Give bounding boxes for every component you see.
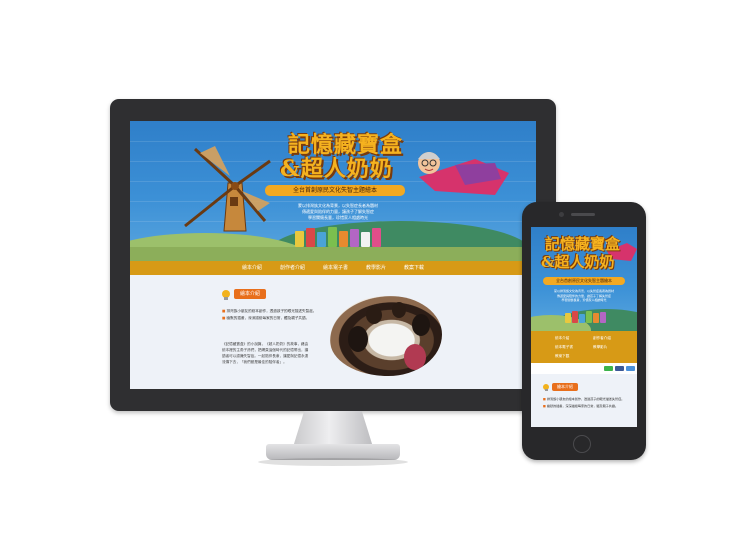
desktop-screen: 記憶藏寶盒 &超人奶奶 全台首創原民文化失智主題繪本 蒙以排灣族文化為背景，以失…	[130, 121, 536, 389]
mobile-title-line-2: &超人奶奶	[541, 253, 615, 271]
bulb-icon	[222, 290, 230, 300]
desc-line: 學習關懷長輩，珍惜家人相處時光	[561, 298, 607, 302]
title-line-2: &超人奶奶	[280, 156, 393, 182]
house	[306, 228, 315, 247]
home-button-icon[interactable]	[573, 435, 591, 453]
mobile-nav-ebook[interactable]: 繪本電子書	[555, 345, 573, 350]
share-buttons	[604, 366, 635, 371]
bullet-item: ■ 幽默的插畫，深深描繪每家的日常，觸及親子共讀。	[222, 316, 310, 320]
nav-item-videos[interactable]: 教學影片	[360, 261, 392, 275]
house	[600, 312, 606, 323]
facebook-share-icon[interactable]	[615, 366, 624, 371]
share-icon[interactable]	[626, 366, 635, 371]
mobile-nav-book-intro[interactable]: 繪本介紹	[555, 336, 569, 341]
line-share-icon[interactable]	[604, 366, 613, 371]
house	[372, 228, 381, 247]
house	[572, 311, 578, 323]
intro-paragraph: 《記憶藏寶盒》的小說篇，《超人奶奶》的故事，藉由繪本裡的主角子孫們，把網頁這個時…	[222, 342, 309, 364]
monitor-stand	[293, 411, 373, 447]
desktop-content: 繪本介紹 ■ 排灣族小朋友的繪本創作，透過孩子的眼光描述失智症。 ■ 幽默的插畫…	[130, 275, 536, 389]
speaker-icon	[571, 213, 595, 216]
mobile-section-heading: 繪本介紹	[543, 383, 578, 391]
desktop-subtitle: 全台首創原民文化失智主題繪本	[265, 185, 405, 196]
mobile-bullet-item: ■ 排灣族小朋友的繪本創作，透過孩子的眼光描述失智症。	[543, 397, 625, 401]
nav-item-book-intro[interactable]: 繪本介紹	[236, 261, 268, 275]
house	[317, 232, 326, 247]
camera-icon	[559, 212, 564, 217]
desktop-hero-banner: 記憶藏寶盒 &超人奶奶 全台首創原民文化失智主題繪本 蒙以排灣族文化為背景，以失…	[130, 121, 536, 261]
mobile-nav-bar: 繪本介紹 創作者介紹 繪本電子書 教學影片 教案下載	[531, 331, 637, 363]
mobile-hero-banner: 記憶藏寶盒 &超人奶奶 全台首創原民文化失智主題繪本 蒙以排灣族文化為背景，以失…	[531, 227, 637, 331]
section-heading-label: 繪本介紹	[234, 289, 267, 299]
desktop-nav-bar: 繪本介紹 創作者介紹 繪本電子書 教學影片 教案下載	[130, 261, 536, 275]
house	[295, 231, 304, 247]
mobile-section-heading-label: 繪本介紹	[552, 383, 578, 391]
desktop-description: 蒙以排灣族文化為背景，以失智症長者為題材 傳遞愛與陪伴的力量，讓孩子了解失智症 …	[263, 203, 413, 221]
children-reading-photo	[330, 296, 442, 376]
nav-item-creators[interactable]: 創作者介紹	[274, 261, 311, 275]
monitor-shadow	[258, 458, 408, 466]
house	[328, 227, 337, 247]
house	[361, 232, 370, 247]
mobile-nav-videos[interactable]: 教學影片	[593, 345, 607, 350]
mobile-content: 繪本介紹 ■ 排灣族小朋友的繪本創作，透過孩子的眼光描述失智症。 ■ 幽默的插畫…	[531, 374, 637, 427]
house	[350, 229, 359, 247]
house	[339, 231, 348, 247]
section-heading: 繪本介紹	[222, 289, 267, 300]
windmill-illustration	[184, 146, 271, 232]
mobile-description: 蒙以排灣族文化為背景，以失智症長者為題材 傳遞愛與陪伴的力量，讓孩子了解失智症 …	[539, 289, 629, 303]
house	[586, 311, 592, 323]
nav-item-ebook[interactable]: 繪本電子書	[317, 261, 354, 275]
bullet-item: ■ 排灣族小朋友的繪本創作，透過孩子的眼光描述失智症。	[222, 309, 317, 313]
desktop-site-title: 記憶藏寶盒 &超人奶奶	[280, 127, 440, 182]
desc-line: 學習關懷長輩，珍惜家人相處時光	[308, 215, 368, 220]
mobile-screen: 記憶藏寶盒 &超人奶奶 全台首創原民文化失智主題繪本 蒙以排灣族文化為背景，以失…	[531, 227, 637, 427]
house	[593, 313, 599, 323]
mobile-subtitle: 全台首創原民文化失智主題繪本	[543, 277, 625, 285]
bulb-icon	[543, 384, 549, 391]
nav-item-lesson-download[interactable]: 教案下載	[398, 261, 430, 275]
desktop-monitor: 記憶藏寶盒 &超人奶奶 全台首創原民文化失智主題繪本 蒙以排灣族文化為背景，以失…	[110, 99, 556, 411]
house	[579, 314, 585, 323]
mobile-nav-lesson-download[interactable]: 教案下載	[555, 354, 569, 359]
mobile-phone: 記憶藏寶盒 &超人奶奶 全台首創原民文化失智主題繪本 蒙以排灣族文化為背景，以失…	[522, 202, 646, 460]
mobile-bullet-item: ■ 幽默的插畫，深深描繪每家的日常，觸及親子共讀。	[543, 404, 619, 408]
mobile-nav-creators[interactable]: 創作者介紹	[593, 336, 611, 341]
house	[565, 313, 571, 323]
